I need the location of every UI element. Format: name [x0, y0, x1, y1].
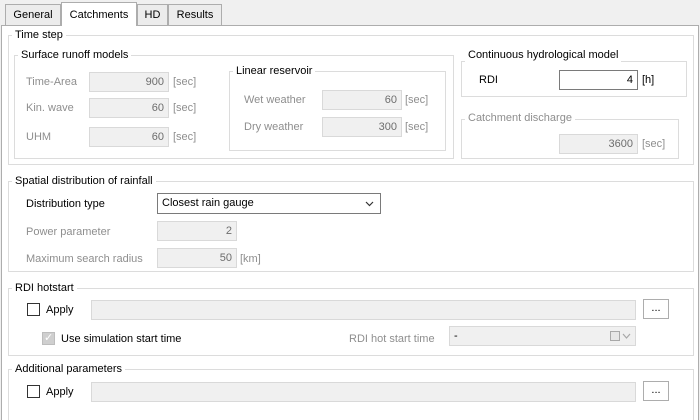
additional-parameters-title: Additional parameters — [12, 363, 126, 376]
kin-wave-field[interactable]: 60 — [89, 98, 169, 118]
additional-file-field[interactable] — [91, 382, 636, 402]
wet-weather-field[interactable]: 60 — [322, 90, 402, 110]
rdi-hotstart-apply-label: Apply — [46, 304, 74, 316]
catchment-discharge-title: Catchment discharge — [465, 112, 575, 125]
wet-weather-label: Wet weather — [244, 94, 306, 106]
power-parameter-field[interactable]: 2 — [157, 221, 237, 241]
tab-label: Catchments — [69, 8, 129, 21]
uhm-unit: [sec] — [173, 131, 197, 143]
catchment-discharge-field[interactable]: 3600 — [559, 134, 638, 154]
additional-browse-button[interactable]: ... — [643, 381, 669, 401]
continuous-model-title: Continuous hydrological model — [465, 49, 622, 62]
catchment-discharge-unit: [sec] — [642, 138, 666, 150]
use-simulation-start-checkbox[interactable] — [42, 331, 55, 345]
search-radius-unit: [km] — [240, 253, 261, 265]
rdi-hotstart-apply-checkbox[interactable] — [27, 303, 40, 316]
distribution-type-label: Distribution type — [26, 198, 105, 210]
dry-weather-field[interactable]: 300 — [322, 117, 402, 137]
uhm-label: UHM — [26, 131, 52, 143]
rdi-label: RDI — [479, 74, 498, 86]
time-area-unit: [sec] — [173, 76, 197, 88]
chevron-down-icon — [365, 201, 374, 207]
time-step-title: Time step — [12, 29, 66, 42]
use-simulation-start-label: Use simulation start time — [61, 333, 182, 345]
tab-label: HD — [144, 9, 161, 21]
additional-apply-checkbox[interactable] — [27, 385, 40, 398]
tab-general[interactable]: General — [5, 4, 61, 25]
rdi-start-time-label: RDI hot start time — [349, 333, 435, 345]
tab-catchments[interactable]: Catchments — [61, 2, 137, 26]
distribution-type-value: Closest rain gauge — [162, 197, 254, 209]
uhm-field[interactable]: 60 — [89, 127, 169, 147]
rdi-hotstart-browse-button[interactable]: ... — [643, 299, 669, 319]
calendar-dropdown-icon — [610, 331, 631, 341]
surface-runoff-title: Surface runoff models — [18, 49, 132, 62]
kin-wave-unit: [sec] — [173, 102, 197, 114]
dry-weather-unit: [sec] — [405, 121, 429, 133]
rdi-hotstart-title: RDI hotstart — [12, 282, 77, 295]
dry-weather-label: Dry weather — [244, 121, 304, 133]
tab-hd[interactable]: HD — [137, 4, 168, 25]
power-parameter-label: Power parameter — [26, 226, 111, 238]
rdi-field[interactable]: 4 — [559, 70, 638, 90]
search-radius-label: Maximum search radius — [26, 253, 143, 265]
rdi-hotstart-file-field[interactable] — [91, 300, 636, 320]
additional-apply-label: Apply — [46, 386, 74, 398]
tab-label: Results — [176, 9, 214, 21]
rdi-start-time-value: - — [454, 330, 458, 342]
spatial-distribution-title: Spatial distribution of rainfall — [12, 175, 156, 188]
search-radius-field[interactable]: 50 — [157, 248, 237, 268]
wet-weather-unit: [sec] — [405, 94, 429, 106]
distribution-type-select[interactable]: Closest rain gauge — [157, 193, 381, 214]
time-area-label: Time-Area — [26, 76, 77, 88]
rdi-unit: [h] — [642, 74, 655, 86]
time-area-field[interactable]: 900 — [89, 72, 169, 92]
linear-reservoir-title: Linear reservoir — [233, 65, 316, 78]
kin-wave-label: Kin. wave — [26, 102, 74, 114]
linear-reservoir-group — [229, 71, 446, 151]
tab-label: General — [13, 9, 53, 21]
rdi-start-time-picker[interactable]: - — [449, 326, 636, 346]
tab-results[interactable]: Results — [168, 4, 222, 25]
